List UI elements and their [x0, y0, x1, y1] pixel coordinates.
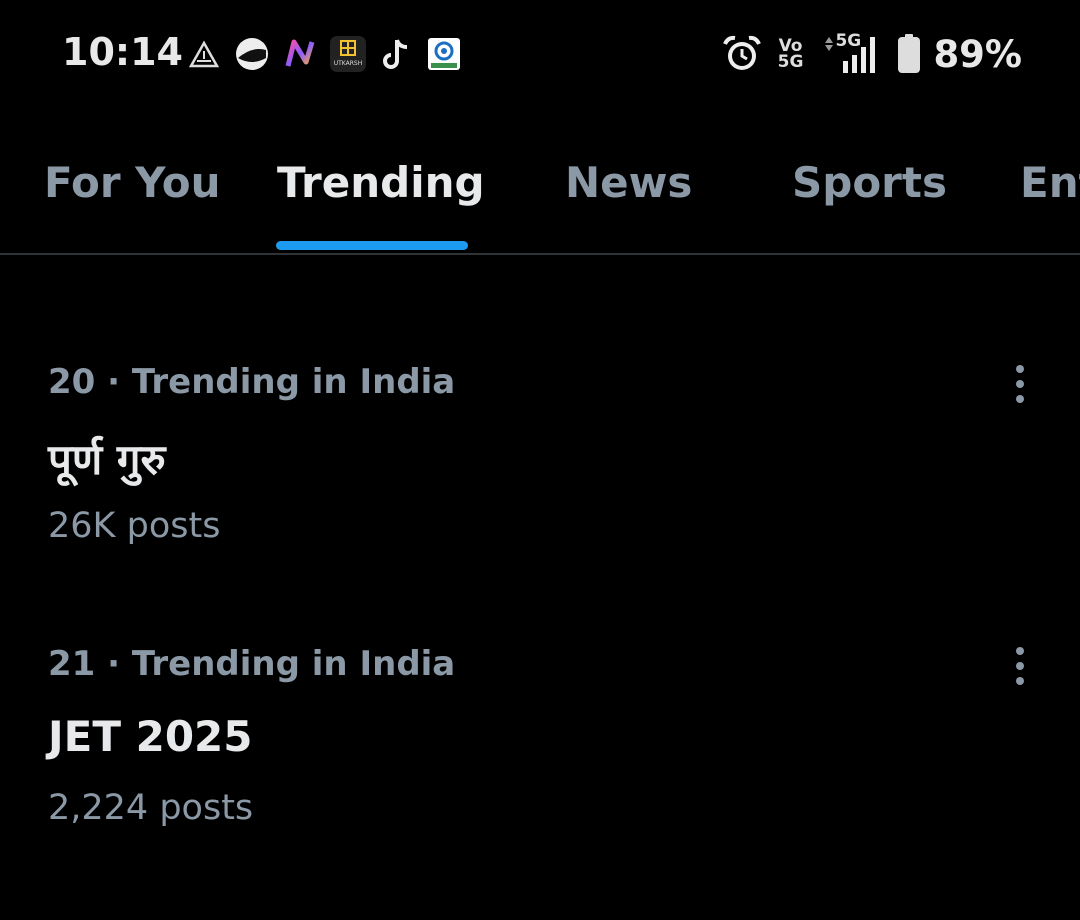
active-tab-indicator — [276, 241, 468, 250]
utkarsh-label: UTKARSH — [334, 60, 362, 67]
tab-entertainment[interactable]: Ent — [1020, 158, 1080, 207]
tiktok-icon — [378, 36, 414, 72]
system-icons: Vo 5G 5G 89% — [722, 31, 1022, 76]
trend-item[interactable]: 21 · Trending in India JET 2025 2,224 po… — [0, 644, 1080, 904]
trend-meta: 21 · Trending in India — [48, 644, 456, 684]
tab-bar: For You Trending News Sports Ent — [0, 110, 1080, 255]
bank-app-icon — [426, 36, 462, 72]
trend-post-count: 26K posts — [48, 506, 221, 546]
notification-icons: UTKARSH — [186, 36, 462, 72]
volte-icon: Vo 5G — [777, 38, 804, 72]
tab-for-you[interactable]: For You — [44, 158, 221, 207]
status-time: 10:14 — [62, 30, 183, 74]
battery-icon — [897, 34, 921, 74]
more-vertical-icon — [1016, 647, 1024, 685]
speed-gauge-icon — [234, 36, 270, 72]
tab-news[interactable]: News — [565, 158, 692, 207]
trend-post-count: 2,224 posts — [48, 788, 254, 828]
trending-screen: 10:14 UTKARSH Vo 5G 5G 89% For You Trend… — [0, 0, 1080, 920]
more-vertical-icon — [1016, 365, 1024, 403]
trend-item[interactable]: 20 · Trending in India पूर्ण गुरु 26K po… — [0, 362, 1080, 622]
signal-icon: 5G — [821, 31, 883, 75]
volte-label-bottom: 5G — [777, 52, 804, 72]
tab-trending[interactable]: Trending — [277, 158, 485, 207]
trend-name[interactable]: पूर्ण गुरु — [48, 430, 166, 487]
status-bar: 10:14 UTKARSH Vo 5G 5G 89% — [0, 0, 1080, 110]
battery-percent: 89% — [933, 32, 1022, 76]
trend-name[interactable]: JET 2025 — [48, 712, 252, 761]
utkarsh-app-icon: UTKARSH — [330, 36, 366, 72]
tab-sports[interactable]: Sports — [792, 158, 947, 207]
alert-triangle-icon — [186, 36, 222, 72]
trend-meta: 20 · Trending in India — [48, 362, 456, 402]
more-options-button[interactable] — [1000, 644, 1040, 688]
n-app-icon — [282, 36, 318, 72]
alarm-icon — [722, 34, 762, 74]
more-options-button[interactable] — [1000, 362, 1040, 406]
